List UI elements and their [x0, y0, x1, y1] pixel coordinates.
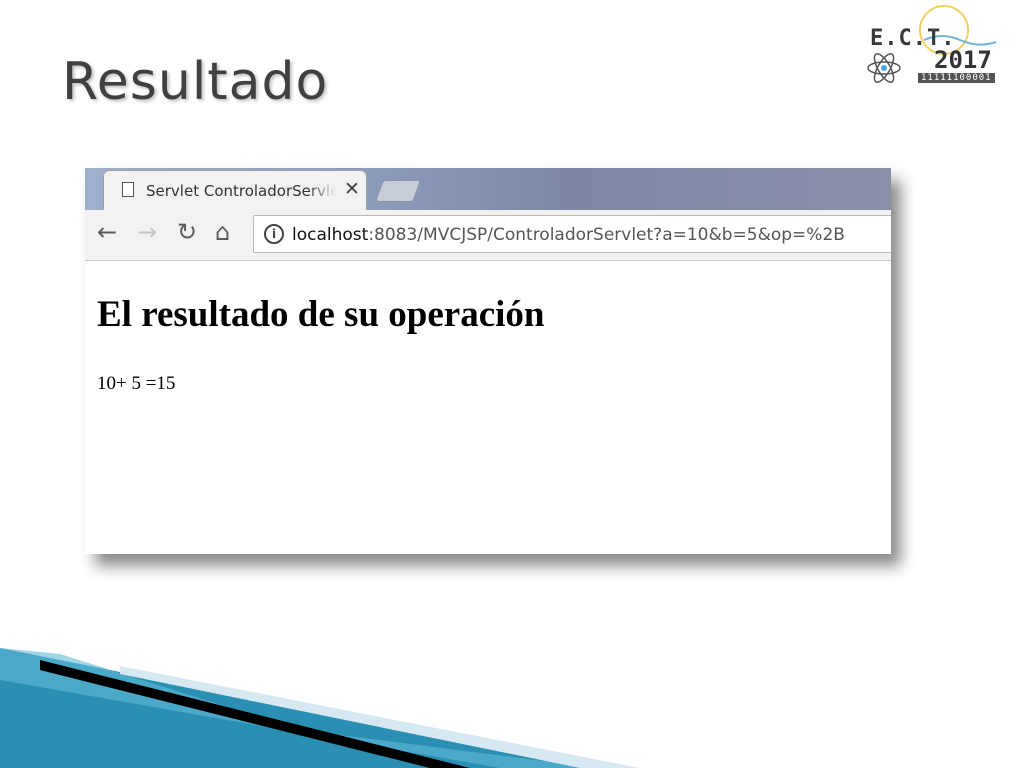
page-heading: El resultado de su operación	[97, 294, 545, 335]
operation-result: 10+ 5 =15	[97, 373, 176, 394]
home-icon[interactable]: ⌂	[215, 218, 230, 246]
tab-title: Servlet ControladorServlet	[146, 182, 336, 200]
address-bar[interactable]: i localhost:8083/MVCJSP/ControladorServl…	[253, 215, 891, 253]
logo-year-text: 2017	[934, 46, 992, 74]
back-arrow-icon[interactable]: ←	[97, 218, 117, 246]
browser-toolbar: ← → ↻ ⌂ i localhost:8083/MVCJSP/Controla…	[85, 210, 891, 261]
slide-title: Resultado	[62, 52, 329, 112]
url-host: localhost	[292, 225, 369, 245]
page-icon	[122, 182, 134, 197]
browser-tab[interactable]: Servlet ControladorServlet ✕	[103, 170, 367, 211]
url-path: :8083/MVCJSP/ControladorServlet?a=10&b=5…	[368, 225, 845, 245]
logo-binary-text: 11111100001	[918, 73, 995, 83]
bottom-decoration	[0, 648, 640, 768]
reload-icon[interactable]: ↻	[177, 218, 197, 246]
info-icon[interactable]: i	[264, 224, 284, 244]
ect-2017-logo: E.C.T. 2017 11111100001	[862, 2, 1002, 92]
new-tab-button[interactable]	[374, 180, 422, 202]
page-content: El resultado de su operación 10+ 5 =15	[85, 261, 891, 554]
forward-arrow-icon[interactable]: →	[137, 218, 157, 246]
close-icon[interactable]: ✕	[344, 178, 360, 200]
browser-window-screenshot: Servlet ControladorServlet ✕ ← → ↻ ⌂ i l…	[85, 168, 891, 554]
url-text: localhost:8083/MVCJSP/ControladorServlet…	[292, 225, 845, 245]
tab-strip: Servlet ControladorServlet ✕	[85, 168, 891, 211]
